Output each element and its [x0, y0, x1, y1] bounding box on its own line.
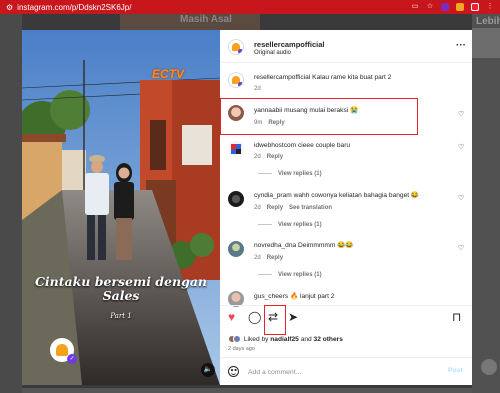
comment-meta: 2d Reply See translation	[254, 205, 332, 211]
comment-time[interactable]: 2d	[254, 154, 261, 160]
view-replies-button[interactable]: View replies (1)	[258, 171, 322, 177]
post-header: resellercampofficial Original audio ···	[220, 30, 472, 63]
see-translation-link[interactable]: See translation	[289, 205, 332, 211]
bookmark-star-icon[interactable]: ☆	[426, 3, 434, 11]
avatar[interactable]	[228, 72, 244, 88]
extension-icon[interactable]	[471, 3, 479, 11]
caption-body: Kalau rame kita buat part 2	[312, 74, 392, 81]
post-audio-label[interactable]: Original audio	[254, 50, 291, 56]
view-replies-button[interactable]: View replies (1)	[258, 222, 322, 228]
post-video[interactable]: ECTV Cintaku bersemi dengan Sales Part 1…	[22, 30, 220, 385]
liker-username[interactable]: nadialf25	[270, 336, 299, 343]
annotation-highlight	[220, 98, 418, 135]
url-field[interactable]: instagram.com/p/Ddskn2SK6Jp/	[17, 3, 411, 12]
like-comment-heart-icon[interactable]: ♡	[458, 194, 464, 202]
channel-logo: ECTV	[152, 67, 185, 81]
caption-text: resellercampofficial Kalau rame kita bua…	[254, 74, 391, 82]
emoji-icon[interactable]	[228, 366, 239, 377]
comment-username[interactable]: yannaabii	[254, 107, 282, 114]
comment-text: cyndia_pram wahh cowonya keliatan bahagi…	[254, 192, 419, 200]
browser-menu-icon[interactable]: ⋮	[486, 3, 494, 11]
post-comment-button[interactable]: Post	[448, 367, 463, 374]
comment-meta: 9m Reply	[254, 120, 285, 126]
comment-username[interactable]: cyndia_pram	[254, 192, 292, 199]
video-caption-title: Cintaku bersemi dengan Sales	[34, 274, 208, 303]
comment-username[interactable]: idwebhostcom	[254, 142, 296, 149]
caption-time[interactable]: 2d	[254, 86, 261, 92]
video-avatar: ✓	[50, 338, 77, 364]
post-author-username[interactable]: resellercampofficial	[254, 40, 324, 49]
extension-icon[interactable]	[441, 3, 449, 11]
comment-input[interactable]	[248, 366, 428, 378]
video-caption-part: Part 1	[110, 312, 132, 320]
comment-text: yannaabii musang mulai beraksi 😭	[254, 107, 358, 115]
likes-others-link[interactable]: 32 others	[314, 336, 343, 343]
comment-username[interactable]: gus_cheers	[254, 293, 288, 300]
avatar[interactable]	[228, 191, 244, 207]
comment-time[interactable]: 2d	[254, 205, 261, 211]
comment-body: cieee couple baru	[298, 142, 351, 149]
comment-body: Deimmmmm 😂😂	[298, 242, 354, 249]
comment-icon[interactable]: ◯	[248, 311, 261, 323]
comment-username[interactable]: novredha_dna	[254, 242, 296, 249]
like-comment-heart-icon[interactable]: ♡	[458, 244, 464, 252]
extension-icon[interactable]	[456, 3, 464, 11]
comment-text: novredha_dna Deimmmmm 😂😂	[254, 242, 354, 250]
reply-button[interactable]: Reply	[267, 205, 283, 211]
send-icon[interactable]: ➤	[288, 311, 298, 323]
liker-avatars	[228, 335, 242, 343]
comment-body: musang mulai beraksi 😭	[284, 107, 359, 114]
heart-filled-icon[interactable]: ♥	[228, 311, 235, 323]
bookmark-icon[interactable]: ⊓	[452, 311, 461, 323]
video-frame-illustration	[22, 30, 220, 385]
background-avatar	[481, 359, 497, 375]
avatar[interactable]	[228, 141, 244, 157]
site-info-icon[interactable]: ⚙	[6, 3, 13, 12]
caption-username[interactable]: resellercampofficial	[254, 74, 310, 81]
background-right-text: Lebih Dinger?	[476, 16, 500, 27]
avatar[interactable]	[228, 39, 244, 55]
likes-summary: Liked by nadialf25 and 32 others	[228, 335, 343, 343]
comment-text: gus_cheers 🔥 lanjut part 2	[254, 293, 334, 301]
like-comment-heart-icon[interactable]: ♡	[458, 143, 464, 151]
reply-button[interactable]: Reply	[267, 255, 283, 261]
like-comment-heart-icon[interactable]: ♡	[458, 110, 464, 118]
annotation-highlight	[264, 305, 286, 335]
comment-text: idwebhostcom cieee couple baru	[254, 142, 350, 150]
verified-badge-icon: ✓	[67, 354, 77, 364]
avatar[interactable]	[228, 105, 244, 121]
comment-body: wahh cowonya keliatan bahagia banget 😂	[293, 192, 420, 199]
more-horizontal-icon[interactable]: ···	[456, 40, 466, 51]
comment-meta: 2d Reply	[254, 154, 283, 160]
post-detail-panel: resellercampofficial Original audio ··· …	[220, 30, 472, 385]
background-banner: Masih Asal	[120, 14, 260, 30]
comment-meta: 2d Reply	[254, 255, 283, 261]
avatar[interactable]	[228, 241, 244, 257]
comment-body: 🔥 lanjut part 2	[289, 293, 335, 300]
reply-button[interactable]: Reply	[267, 154, 283, 160]
comment-time[interactable]: 2d	[254, 255, 261, 261]
install-app-icon[interactable]: ▭	[411, 3, 419, 11]
view-replies-button[interactable]: View replies (1)	[258, 272, 322, 278]
comment-composer: Post	[220, 357, 472, 385]
browser-toolbar-icons: ▭ ☆ ⋮	[411, 3, 494, 11]
mute-icon[interactable]: 🔈	[201, 363, 215, 377]
comment-time[interactable]: 9m	[254, 120, 262, 126]
post-timestamp[interactable]: 2 days ago	[228, 346, 255, 352]
browser-address-bar: ⚙ instagram.com/p/Ddskn2SK6Jp/ ▭ ☆ ⋮	[0, 0, 500, 14]
post-action-bar: ♥ ◯ ⇄ ➤ ⊓	[220, 305, 472, 327]
reply-button[interactable]: Reply	[268, 120, 284, 126]
